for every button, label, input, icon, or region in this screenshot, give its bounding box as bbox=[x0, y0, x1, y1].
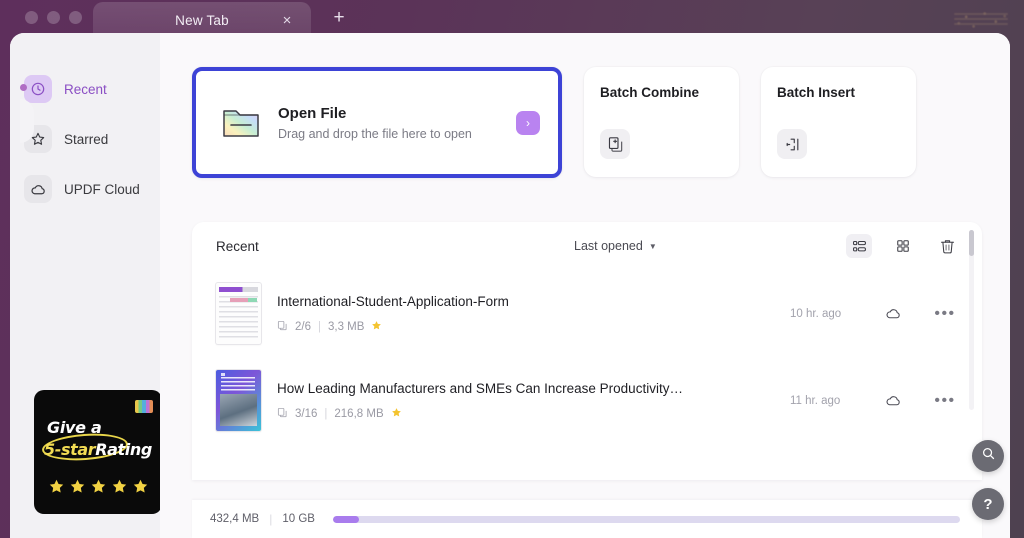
file-name: International-Student-Application-Form bbox=[277, 293, 509, 309]
recent-panel: Recent Last opened ▼ International-Stude… bbox=[192, 222, 982, 480]
open-file-title: Open File bbox=[278, 104, 347, 122]
storage-divider: | bbox=[269, 512, 273, 526]
list-view-icon[interactable] bbox=[846, 234, 872, 258]
file-thumbnail bbox=[216, 283, 261, 344]
sidebar-item-recent[interactable]: Recent bbox=[24, 71, 150, 107]
sidebar-indicator-dot bbox=[20, 84, 27, 91]
open-file-text: Open File Drag and drop the file here to… bbox=[278, 105, 516, 141]
page-count: 3/16 bbox=[295, 407, 318, 420]
file-size: 216,8 MB bbox=[334, 407, 384, 420]
window-controls[interactable] bbox=[25, 11, 82, 24]
app-logo-icon bbox=[135, 400, 153, 413]
file-meta: 2/6 | 3,3 MB bbox=[277, 320, 790, 334]
promo-line-2: 5-starRating bbox=[44, 440, 152, 459]
storage-bar: 432,4 MB | 10 GB bbox=[192, 500, 982, 538]
trash-icon[interactable] bbox=[934, 234, 960, 258]
storage-used: 432,4 MB bbox=[210, 513, 260, 525]
recent-heading: Recent bbox=[216, 238, 259, 254]
scrollbar-thumb[interactable] bbox=[969, 230, 974, 256]
batch-combine-card[interactable]: Batch Combine bbox=[584, 67, 739, 177]
meta-divider: | bbox=[324, 407, 328, 420]
sidebar-item-starred[interactable]: Starred bbox=[24, 121, 150, 157]
more-options-icon[interactable]: ••• bbox=[930, 305, 960, 323]
file-thumbnail bbox=[216, 370, 261, 431]
pages-icon bbox=[277, 320, 288, 334]
grid-view-icon[interactable] bbox=[890, 234, 916, 258]
batch-insert-card[interactable]: Batch Insert bbox=[761, 67, 916, 177]
starred-icon[interactable] bbox=[391, 407, 402, 421]
search-fab[interactable] bbox=[972, 440, 1004, 472]
folder-icon bbox=[218, 100, 264, 145]
cloud-icon[interactable] bbox=[878, 392, 908, 409]
sort-value: Last opened bbox=[574, 239, 643, 253]
cloud-icon[interactable] bbox=[878, 305, 908, 322]
search-icon bbox=[981, 446, 996, 466]
batch-combine-title: Batch Combine bbox=[600, 85, 700, 100]
batch-insert-title: Batch Insert bbox=[777, 85, 856, 100]
open-file-subtitle: Drag and drop the file here to open bbox=[278, 126, 472, 141]
table-row[interactable]: International-Student-Application-Form 2… bbox=[192, 270, 982, 357]
chevron-right-icon[interactable]: › bbox=[516, 110, 540, 135]
action-cards: Open File Drag and drop the file here to… bbox=[192, 67, 982, 178]
table-row[interactable]: How Leading Manufacturers and SMEs Can I… bbox=[192, 357, 982, 444]
recent-file-list: International-Student-Application-Form 2… bbox=[192, 270, 982, 444]
insert-icon bbox=[777, 129, 807, 159]
storage-total: 10 GB bbox=[282, 513, 315, 525]
page-count: 2/6 bbox=[295, 320, 311, 333]
app-body: Recent Starred UPDF Cloud Give a 5-starR… bbox=[10, 33, 1010, 538]
meta-divider: | bbox=[318, 320, 321, 333]
sidebar-item-updf-cloud[interactable]: UPDF Cloud bbox=[24, 171, 150, 207]
starred-icon[interactable] bbox=[371, 320, 382, 334]
file-time: 10 hr. ago bbox=[790, 307, 842, 320]
more-options-icon[interactable]: ••• bbox=[930, 392, 960, 410]
chevron-down-icon: ▼ bbox=[648, 241, 657, 251]
help-fab[interactable]: ? bbox=[972, 488, 1004, 520]
app-window: New Tab × + Recent Starred UPDF Cloud Gi… bbox=[0, 0, 1024, 538]
promo-highlight: 5-star bbox=[44, 440, 96, 459]
recent-header: Recent Last opened ▼ bbox=[192, 222, 982, 270]
minimize-window-button[interactable] bbox=[47, 11, 60, 24]
sidebar-item-label: UPDF Cloud bbox=[64, 181, 140, 197]
clock-icon bbox=[24, 75, 52, 103]
open-file-card[interactable]: Open File Drag and drop the file here to… bbox=[192, 67, 562, 178]
combine-icon bbox=[600, 129, 630, 159]
maximize-window-button[interactable] bbox=[69, 11, 82, 24]
file-size: 3,3 MB bbox=[328, 320, 365, 333]
file-meta: 3/16 | 216,8 MB bbox=[277, 407, 790, 421]
rating-promo-banner[interactable]: Give a 5-starRating bbox=[34, 390, 162, 514]
storage-progress-track bbox=[332, 515, 960, 523]
pages-icon bbox=[277, 407, 288, 421]
view-tools bbox=[846, 234, 960, 258]
tab-label: New Tab bbox=[175, 12, 229, 28]
promo-rest: Rating bbox=[95, 440, 152, 459]
sidebar-item-label: Recent bbox=[64, 81, 107, 97]
plus-icon[interactable]: + bbox=[330, 8, 348, 27]
main-content: Open File Drag and drop the file here to… bbox=[160, 33, 1010, 538]
file-name: How Leading Manufacturers and SMEs Can I… bbox=[277, 380, 683, 396]
sidebar-item-label: Starred bbox=[64, 131, 109, 147]
file-info: International-Student-Application-Form 2… bbox=[277, 294, 790, 334]
list-scrollbar[interactable] bbox=[969, 230, 974, 410]
file-info: How Leading Manufacturers and SMEs Can I… bbox=[277, 381, 790, 421]
file-time: 11 hr. ago bbox=[790, 394, 841, 407]
close-icon[interactable]: × bbox=[279, 12, 295, 28]
sort-dropdown[interactable]: Last opened ▼ bbox=[574, 239, 657, 253]
titlebar: New Tab × + bbox=[0, 0, 1024, 38]
storage-progress-fill bbox=[332, 515, 360, 523]
close-window-button[interactable] bbox=[25, 11, 38, 24]
promo-stars[interactable] bbox=[34, 478, 162, 495]
cloud-icon bbox=[24, 175, 52, 203]
